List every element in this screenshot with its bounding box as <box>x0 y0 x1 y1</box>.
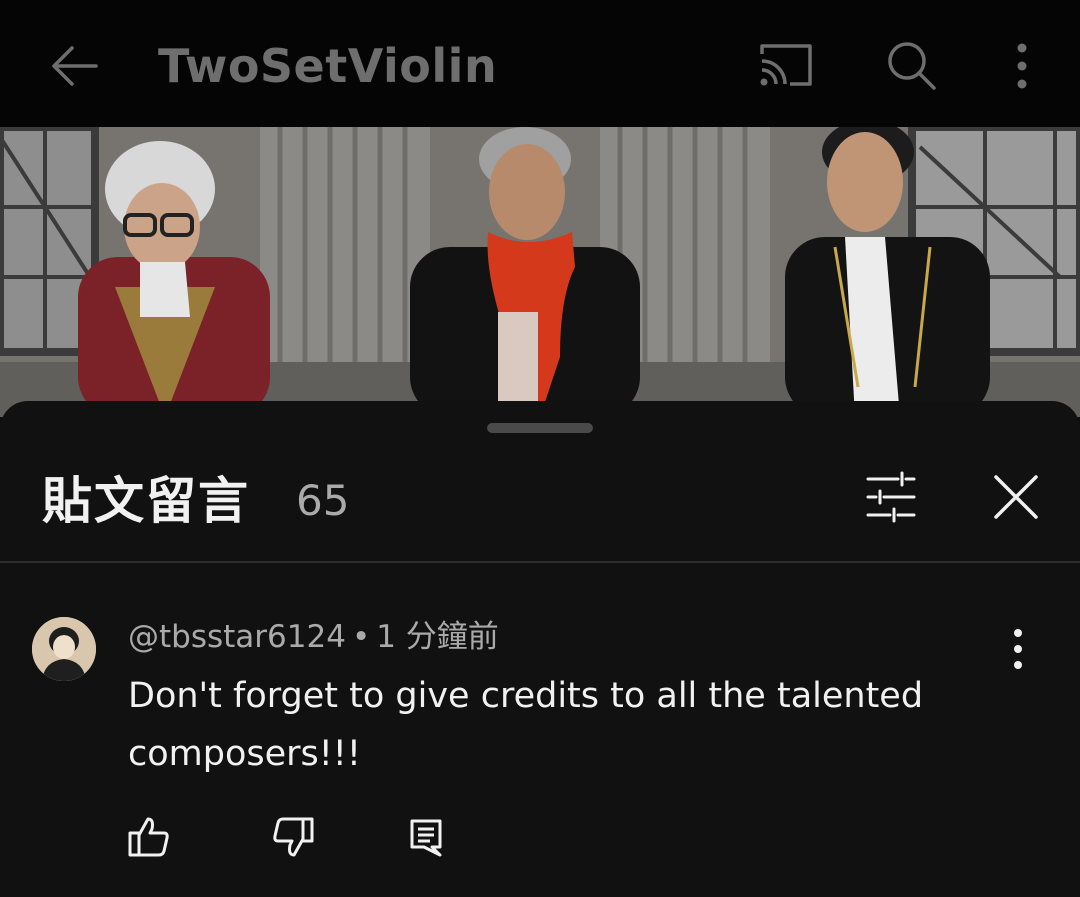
comments-title: 貼文留言 <box>42 472 250 530</box>
comment-meta: @tbsstar6124 • 1 分鐘前 <box>128 615 499 659</box>
comments-sheet: 貼文留言 65 @tbsstar6124 • 1 分鐘前 Don't forge… <box>0 401 1080 897</box>
comments-count: 65 <box>296 476 350 525</box>
search-icon[interactable] <box>882 36 942 96</box>
comment-author[interactable]: @tbsstar6124 <box>128 619 346 655</box>
divider <box>0 561 1080 563</box>
drag-handle[interactable] <box>487 423 593 433</box>
cast-icon[interactable] <box>754 36 818 96</box>
thumbs-up-icon[interactable] <box>124 813 172 861</box>
avatar[interactable] <box>32 617 96 681</box>
top-app-bar: TwoSetViolin <box>0 0 1080 127</box>
reply-comment-icon[interactable] <box>404 815 448 859</box>
thumbs-down-icon[interactable] <box>270 813 318 861</box>
meta-separator: • <box>351 619 371 655</box>
comment-time: 1 分鐘前 <box>376 619 499 655</box>
channel-title: TwoSetViolin <box>158 39 498 93</box>
sliders-icon[interactable] <box>858 465 922 529</box>
comment-text: Don't forget to give credits to all the … <box>128 676 924 774</box>
more-vertical-icon[interactable] <box>1000 36 1044 96</box>
video-thumbnail[interactable] <box>0 127 1080 417</box>
back-arrow-icon[interactable] <box>44 36 104 96</box>
close-icon[interactable] <box>984 465 1048 529</box>
